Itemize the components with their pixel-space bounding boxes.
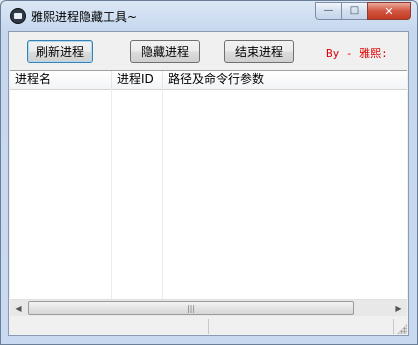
- scroll-thumb[interactable]: |||: [28, 301, 354, 315]
- column-divider: [111, 89, 112, 301]
- refresh-process-button[interactable]: 刷新进程: [27, 40, 93, 63]
- status-bar: [9, 318, 408, 335]
- end-process-button[interactable]: 结束进程: [224, 40, 294, 63]
- close-icon: ✕: [384, 4, 394, 18]
- status-panel-left: [9, 319, 209, 334]
- title-bar[interactable]: 雅熙进程隐藏工具~ — □ ✕: [1, 1, 417, 31]
- list-header: 进程名 进程ID 路径及命令行参数: [10, 71, 407, 90]
- close-button[interactable]: ✕: [367, 2, 411, 20]
- status-panel-right: [210, 319, 394, 334]
- window-controls: — □ ✕: [315, 2, 411, 21]
- author-credit: By - 雅熙:: [326, 47, 388, 60]
- minimize-icon: —: [323, 5, 334, 16]
- scroll-left-icon[interactable]: ◀: [10, 300, 27, 316]
- main-window: 雅熙进程隐藏工具~ — □ ✕ 刷新进程 隐藏进程 结束进程 By - 雅熙: …: [0, 0, 418, 345]
- app-icon: [10, 8, 26, 24]
- grip-icon: |||: [186, 303, 196, 313]
- column-header-process-name[interactable]: 进程名: [10, 71, 112, 89]
- maximize-icon: □: [349, 5, 360, 16]
- window-title: 雅熙进程隐藏工具~: [31, 10, 138, 24]
- hide-process-button[interactable]: 隐藏进程: [130, 40, 200, 63]
- minimize-button[interactable]: —: [315, 2, 341, 20]
- column-header-path-args[interactable]: 路径及命令行参数: [163, 71, 407, 89]
- scroll-right-icon[interactable]: ▶: [390, 300, 407, 316]
- client-area: 刷新进程 隐藏进程 结束进程 By - 雅熙: 进程名 进程ID 路径及命令行参…: [8, 31, 409, 336]
- column-divider: [162, 89, 163, 301]
- horizontal-scrollbar[interactable]: ◀ ||| ▶: [10, 299, 407, 316]
- process-list[interactable]: 进程名 进程ID 路径及命令行参数 ◀ ||| ▶: [10, 70, 407, 316]
- maximize-button[interactable]: □: [341, 2, 367, 20]
- column-header-process-id[interactable]: 进程ID: [112, 71, 163, 89]
- resize-grip-icon[interactable]: [397, 324, 407, 334]
